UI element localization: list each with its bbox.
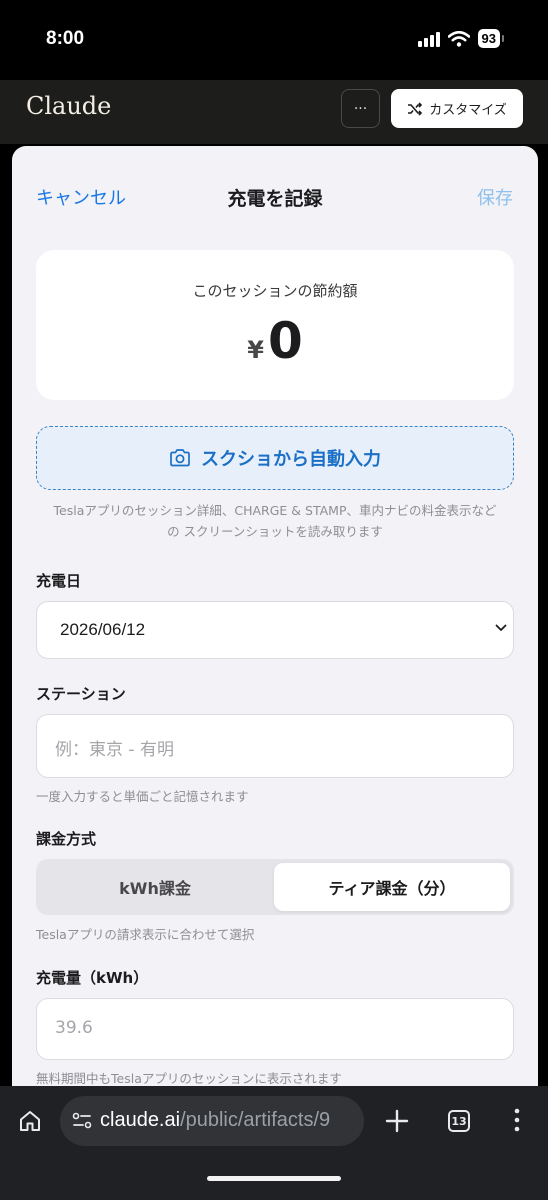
savings-card: このセッションの節約額 ¥ 0	[36, 250, 514, 400]
scan-hint-line2: の スクリーンショットを読み取ります	[167, 524, 383, 539]
chevron-down-icon	[495, 624, 507, 631]
segment-tier-billing[interactable]: ティア課金（分）	[274, 863, 510, 911]
customize-label: カスタマイズ	[429, 103, 507, 118]
station-input[interactable]: 例：東京 - 有明	[36, 714, 514, 778]
customize-button[interactable]: カスタマイズ	[391, 89, 523, 128]
camera-icon	[170, 449, 190, 467]
battery-level: 93	[477, 29, 500, 48]
charge-date-select[interactable]: 2026/06/12	[36, 601, 514, 659]
tab-switcher-button[interactable]: 13	[448, 1110, 470, 1132]
status-icons: 93	[417, 29, 504, 48]
address-bar[interactable]: claude.ai/public/artifacts/9	[60, 1096, 364, 1146]
sheet-nav: キャンセル 充電を記録 保存	[12, 184, 538, 214]
station-helper: 一度入力すると単価ごと記憶されます	[36, 789, 249, 804]
segment-kwh-billing[interactable]: kWh課金	[40, 863, 270, 911]
charge-date-value: 2026/06/12	[60, 620, 146, 639]
battery-icon: 93	[477, 29, 504, 48]
scan-label: スクショから自動入力	[201, 449, 381, 470]
more-options-button[interactable]: ···	[341, 89, 380, 128]
charge-date-label: 充電日	[36, 572, 82, 590]
url-host: claude.ai	[100, 1109, 181, 1131]
savings-label: このセッションの節約額	[192, 282, 358, 300]
save-button[interactable]: 保存	[477, 184, 513, 210]
wifi-icon	[447, 30, 470, 47]
shuffle-icon	[408, 101, 423, 116]
ellipsis-icon: ···	[353, 100, 368, 117]
savings-amount: 0	[267, 312, 303, 370]
billing-helper: Teslaアプリの請求表示に合わせて選択	[36, 927, 255, 942]
url-text: claude.ai/public/artifacts/9	[100, 1109, 330, 1132]
site-settings-icon[interactable]	[72, 1112, 92, 1130]
cancel-button[interactable]: キャンセル	[36, 184, 126, 210]
signal-icon	[417, 31, 440, 47]
new-tab-icon[interactable]	[384, 1108, 410, 1134]
energy-placeholder: 39.6	[55, 1018, 93, 1038]
url-path: /public/artifacts/9	[180, 1109, 331, 1131]
more-vertical-icon[interactable]	[513, 1108, 521, 1132]
station-label: ステーション	[36, 685, 126, 703]
savings-value: ¥ 0	[36, 312, 514, 370]
scan-hint: Teslaアプリのセッション詳細、CHARGE & STAMP、車内ナビの料金表…	[36, 500, 514, 542]
app-header: Claude ··· カスタマイズ	[0, 80, 548, 144]
home-indicator	[207, 1176, 341, 1181]
home-icon[interactable]	[18, 1110, 42, 1132]
energy-label: 充電量（kWh）	[36, 969, 149, 987]
energy-input[interactable]: 39.6	[36, 998, 514, 1060]
scan-hint-line1: Teslaアプリのセッション詳細、CHARGE & STAMP、車内ナビの料金表…	[53, 503, 497, 518]
energy-helper: 無料期間中もTeslaアプリのセッションに表示されます	[36, 1071, 342, 1086]
status-bar: 8:00 93	[0, 0, 548, 80]
record-charge-sheet: キャンセル 充電を記録 保存 このセッションの節約額 ¥ 0 スクショから自動入…	[12, 146, 538, 1086]
claude-logo: Claude	[26, 92, 112, 120]
status-time: 8:00	[46, 28, 85, 49]
billing-segmented-control: kWh課金 ティア課金（分）	[36, 859, 514, 915]
auto-fill-from-screenshot-button[interactable]: スクショから自動入力	[36, 426, 514, 490]
billing-label: 課金方式	[36, 830, 97, 848]
browser-toolbar: claude.ai/public/artifacts/9 13	[0, 1086, 548, 1200]
savings-currency: ¥	[247, 336, 264, 364]
station-placeholder: 例：東京 - 有明	[55, 740, 174, 760]
